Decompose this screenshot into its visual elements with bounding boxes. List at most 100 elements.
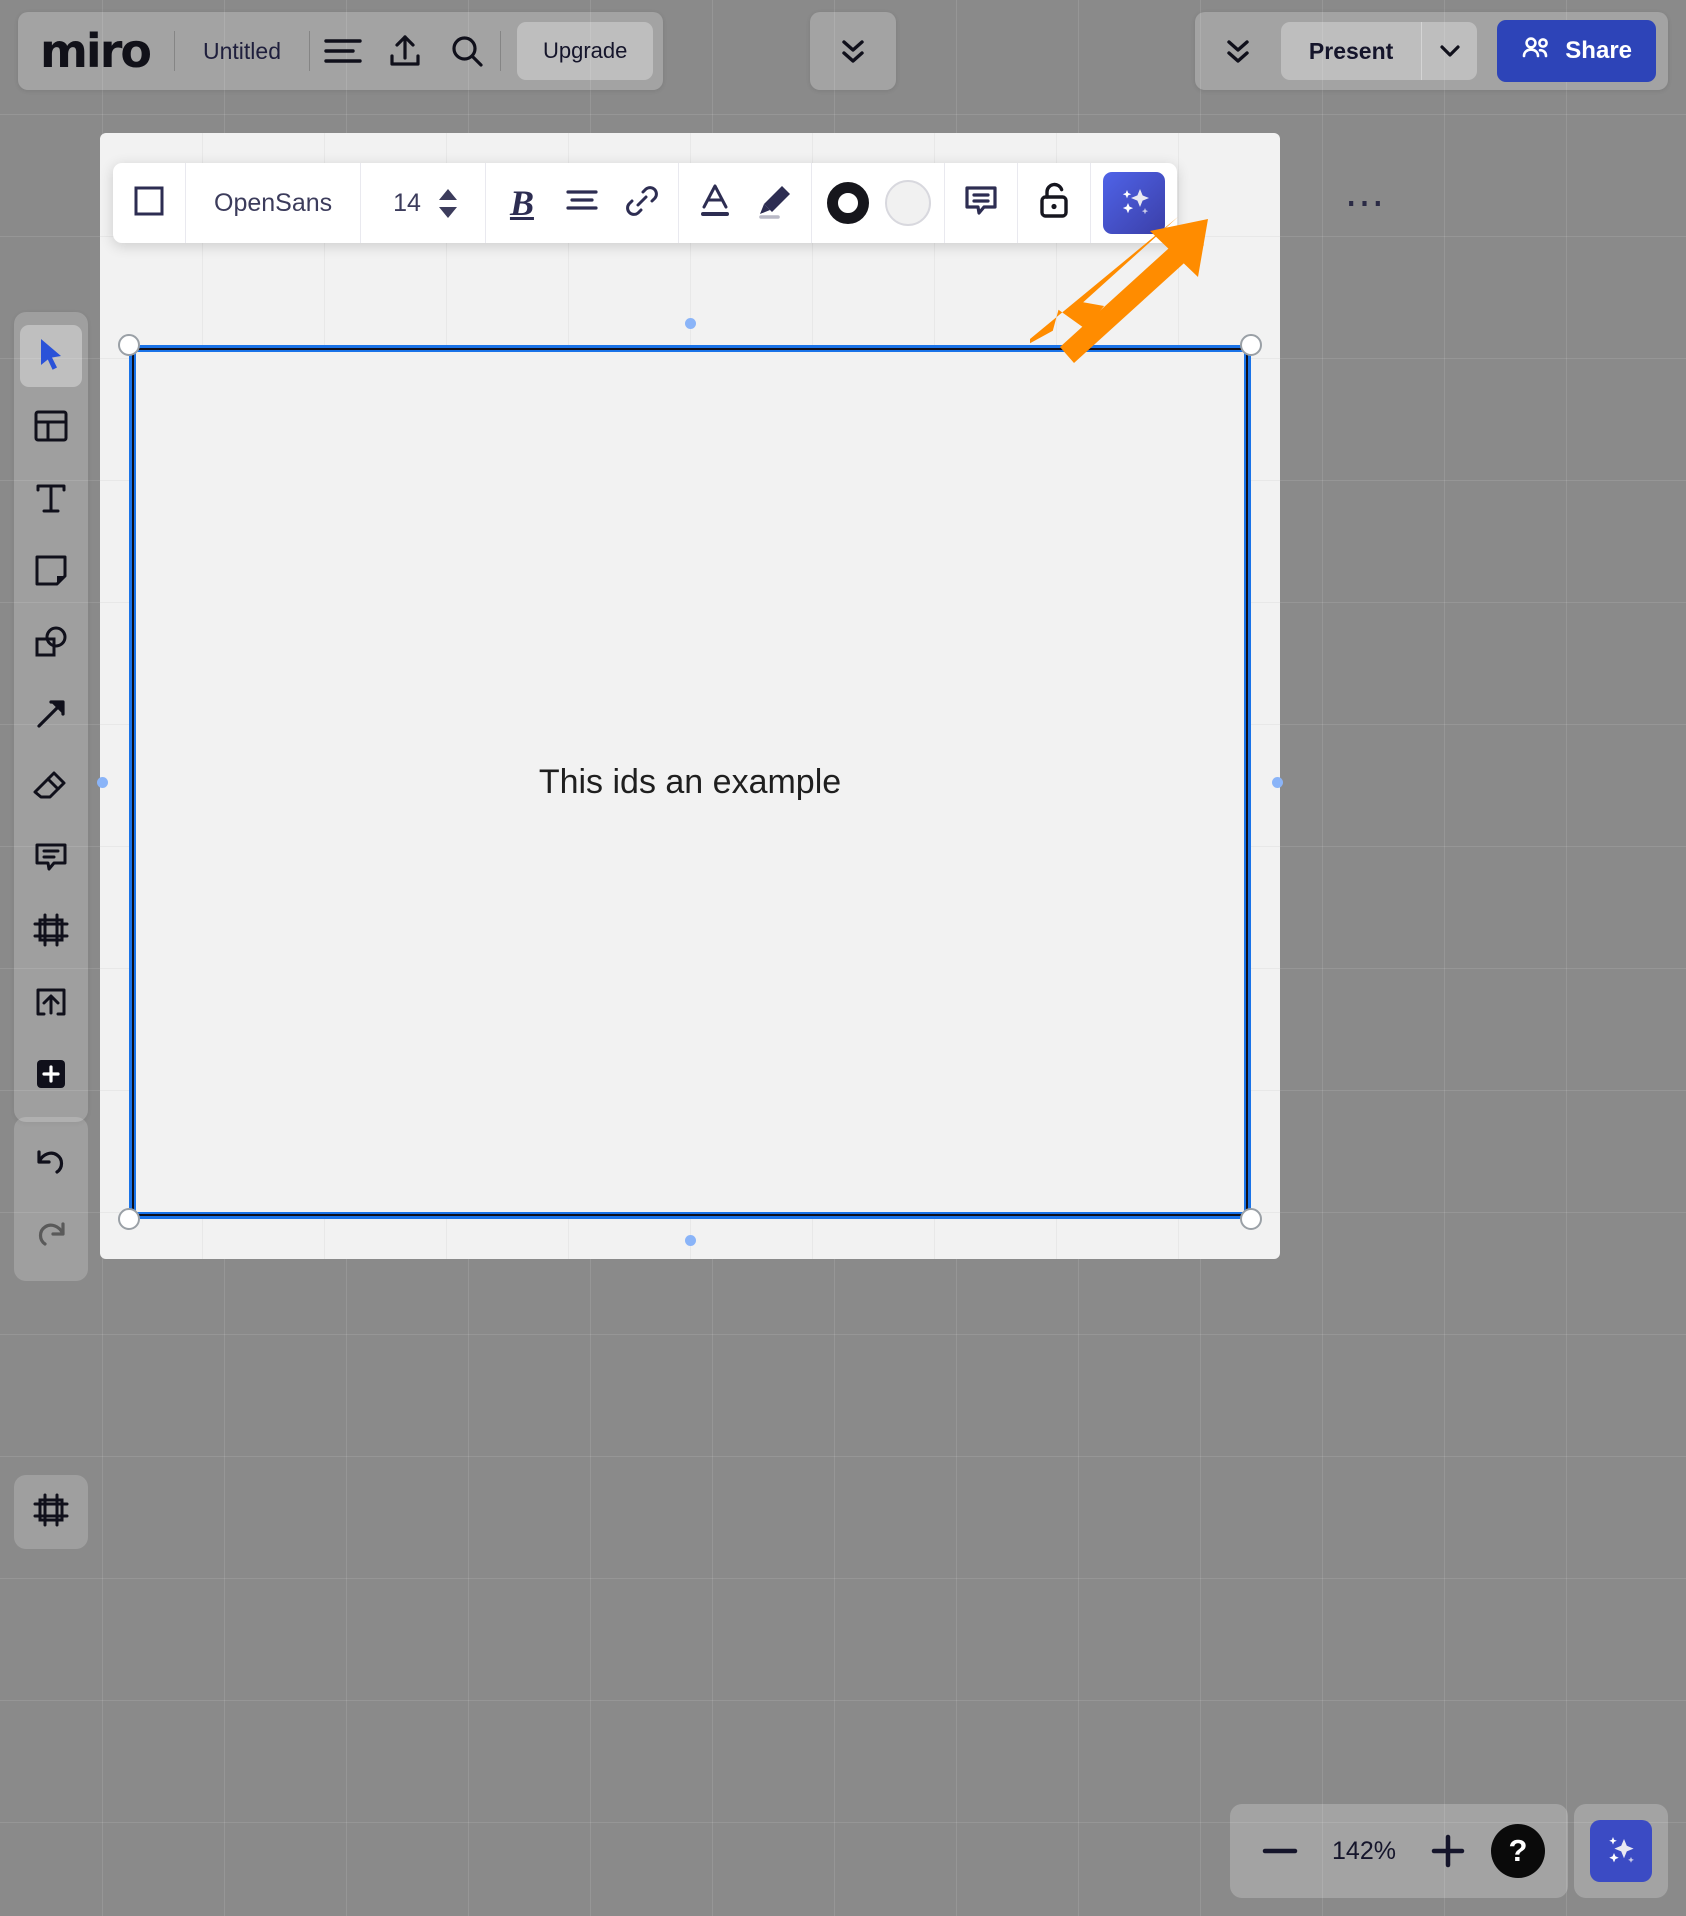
resize-handle-bottom-left[interactable]	[118, 1208, 140, 1230]
top-bar-collapse-left	[810, 12, 896, 90]
ai-assistant-button[interactable]	[1102, 172, 1165, 234]
triangle-down-icon[interactable]	[438, 206, 457, 218]
connection-point-left[interactable]	[97, 777, 108, 788]
shapes-icon	[32, 624, 70, 665]
font-family-select[interactable]: OpenSans	[192, 189, 354, 218]
sidebar-item-eraser-tool[interactable]	[20, 757, 82, 819]
fill-color-circle-icon	[884, 180, 931, 226]
ai-sparkles-icon	[1601, 1829, 1641, 1874]
format-group-ai	[1091, 163, 1177, 243]
document-title[interactable]: Untitled	[177, 38, 307, 65]
people-icon	[1521, 36, 1553, 67]
zoom-level-label[interactable]: 142%	[1318, 1837, 1410, 1866]
miro-logo[interactable]: miro	[40, 28, 172, 74]
connection-point-bottom[interactable]	[685, 1235, 696, 1246]
sidebar-item-upload-tool[interactable]	[20, 973, 82, 1035]
shape-text-content[interactable]: This ids an example	[131, 347, 1249, 1217]
format-group-text-style: B	[486, 163, 679, 243]
ai-sparkles-icon	[1114, 181, 1154, 226]
redo-button[interactable]	[20, 1204, 82, 1266]
minus-icon	[1262, 1848, 1298, 1854]
share-button[interactable]: Share	[1497, 20, 1656, 82]
format-group-lock	[1018, 163, 1091, 243]
link-chain-icon	[624, 183, 660, 224]
text-color-a-icon	[697, 182, 733, 225]
upgrade-button[interactable]: Upgrade	[516, 22, 654, 80]
present-group: Present	[1280, 22, 1478, 80]
lock-button[interactable]	[1024, 163, 1084, 243]
sidebar-item-connector-tool[interactable]	[20, 685, 82, 747]
square-shape-icon	[131, 183, 167, 224]
chevron-down-icon[interactable]	[1421, 22, 1477, 80]
font-size-stepper[interactable]	[429, 188, 479, 218]
format-group-fill	[812, 163, 945, 243]
more-options-button[interactable]: ⋯	[1330, 163, 1402, 243]
left-toolbar	[14, 312, 88, 1122]
format-group-font: OpenSans	[186, 163, 362, 243]
plus-square-icon	[33, 1056, 69, 1097]
triangle-up-icon[interactable]	[438, 188, 457, 200]
arrow-diagonal-icon	[33, 696, 69, 737]
undo-button[interactable]	[20, 1132, 82, 1194]
sidebar-item-frame-tool[interactable]	[20, 901, 82, 963]
bold-button[interactable]: B	[492, 163, 552, 243]
sidebar-item-more-apps-tool[interactable]	[20, 1045, 82, 1107]
format-group-font-size: 14	[361, 163, 486, 243]
ai-assistant-fab[interactable]	[1590, 1820, 1652, 1882]
double-chevron-down-icon[interactable]	[822, 20, 884, 82]
resize-handle-bottom-right[interactable]	[1240, 1208, 1262, 1230]
search-icon[interactable]	[436, 20, 498, 82]
question-mark-icon: ?	[1491, 1824, 1545, 1878]
sidebar-item-sticky-note-tool[interactable]	[20, 541, 82, 603]
shape-picker-button[interactable]	[119, 163, 179, 243]
redo-arrow-icon	[32, 1216, 70, 1255]
top-bar-left: miro Untitled Upgrade	[18, 12, 664, 90]
text-color-button[interactable]	[685, 163, 745, 243]
border-color-button[interactable]	[818, 163, 878, 243]
double-chevron-down-icon[interactable]	[1207, 20, 1269, 82]
history-toolbar	[14, 1117, 88, 1281]
resize-handle-top-left[interactable]	[118, 334, 140, 356]
cursor-arrow-icon	[35, 336, 67, 377]
upload-box-icon	[33, 984, 69, 1025]
sidebar-item-comment-tool[interactable]	[20, 829, 82, 891]
upload-share-icon[interactable]	[374, 20, 436, 82]
plus-icon	[1431, 1834, 1465, 1868]
format-group-comment	[945, 163, 1018, 243]
zoom-out-button[interactable]	[1248, 1819, 1312, 1883]
minimap-button[interactable]	[14, 1475, 88, 1549]
sidebar-item-templates-tool[interactable]	[20, 397, 82, 459]
sidebar-item-text-tool[interactable]	[20, 469, 82, 531]
present-button[interactable]: Present	[1281, 38, 1421, 65]
divider	[499, 31, 501, 71]
top-bar-right: Present Share	[1194, 12, 1668, 90]
add-comment-button[interactable]	[951, 163, 1011, 243]
hamburger-menu-icon[interactable]	[312, 20, 374, 82]
format-group-shape	[113, 163, 186, 243]
connection-point-top[interactable]	[685, 318, 696, 329]
link-button[interactable]	[612, 163, 672, 243]
fill-color-button[interactable]	[878, 163, 938, 243]
frame-icon	[32, 912, 70, 953]
sticky-note-icon	[33, 552, 69, 593]
shape-format-toolbar: OpenSans 14 B	[113, 163, 1177, 243]
text-t-icon	[34, 480, 68, 521]
text-align-button[interactable]	[552, 163, 612, 243]
unlock-open-padlock-icon	[1035, 180, 1073, 227]
templates-grid-icon	[33, 408, 69, 449]
minimap-icon	[32, 1492, 70, 1533]
selected-shape[interactable]: This ids an example	[97, 318, 1283, 1246]
resize-handle-top-right[interactable]	[1240, 334, 1262, 356]
highlight-button[interactable]	[745, 163, 805, 243]
font-size-input[interactable]: 14	[367, 189, 429, 218]
connection-point-right[interactable]	[1272, 777, 1283, 788]
share-label: Share	[1565, 37, 1632, 64]
sidebar-item-shapes-tool[interactable]	[20, 613, 82, 675]
sidebar-item-select-tool[interactable]	[20, 325, 82, 387]
comment-bubble-icon	[962, 183, 1000, 224]
eraser-icon	[32, 770, 70, 807]
help-button[interactable]: ?	[1486, 1819, 1550, 1883]
ai-fab-container	[1574, 1804, 1668, 1898]
comment-bubble-icon	[33, 841, 69, 880]
zoom-in-button[interactable]	[1416, 1819, 1480, 1883]
